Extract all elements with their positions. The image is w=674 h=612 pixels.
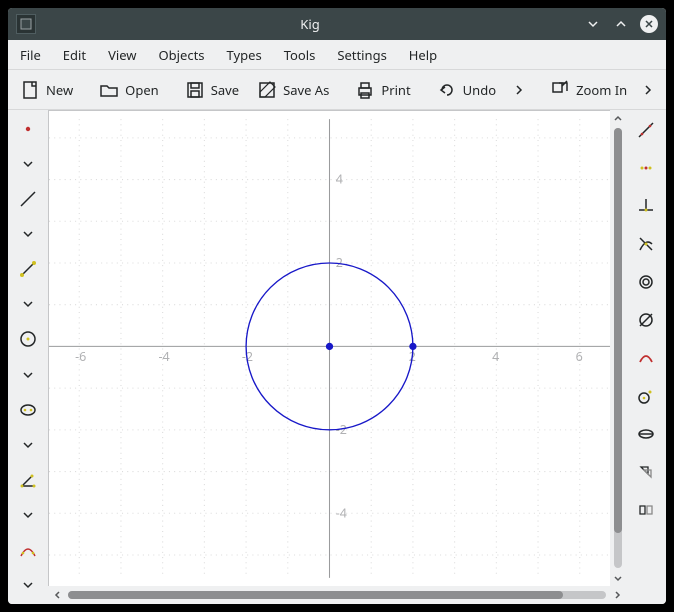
menu-types[interactable]: Types: [227, 46, 262, 64]
segment-tool[interactable]: [16, 259, 40, 280]
chevron-right-icon: [641, 83, 655, 97]
vertical-scrollbar[interactable]: [610, 110, 626, 586]
chevron-down-icon[interactable]: [16, 294, 40, 315]
undo-button[interactable]: Undo: [429, 73, 504, 107]
new-file-icon: [20, 80, 40, 100]
menu-settings[interactable]: Settings: [337, 46, 386, 64]
tangent-tool[interactable]: [634, 384, 658, 408]
ellipse-tool[interactable]: [16, 399, 40, 420]
transform-tool[interactable]: [634, 422, 658, 446]
toolbar-overflow[interactable]: [637, 73, 659, 107]
app-icon: [16, 14, 36, 34]
svg-text:-4: -4: [158, 348, 169, 365]
canvas-wrap: -6-4-224642-2-4: [48, 110, 626, 604]
geometry-plot: -6-4-224642-2-4: [49, 111, 610, 586]
circle-tool[interactable]: [16, 329, 40, 350]
chevron-right-icon[interactable]: [610, 589, 624, 601]
minimize-button[interactable]: [584, 15, 602, 33]
midpoint-tool[interactable]: [634, 156, 658, 180]
save-icon: [185, 80, 205, 100]
svg-text:4: 4: [492, 348, 499, 365]
invert-tool[interactable]: [634, 308, 658, 332]
close-button[interactable]: [640, 15, 658, 33]
zoom-in-icon: [550, 80, 570, 100]
chevron-down-icon[interactable]: [16, 153, 40, 174]
chevron-right-icon: [512, 83, 526, 97]
save-button[interactable]: Save: [177, 73, 247, 107]
menu-view[interactable]: View: [108, 46, 136, 64]
undo-label: Undo: [463, 81, 496, 99]
toolbar: New Open Save Save As Print Undo: [8, 70, 666, 110]
print-icon: [355, 80, 375, 100]
window-title: Kig: [36, 15, 584, 33]
save-as-icon: [257, 80, 277, 100]
perpendicular-tool[interactable]: [634, 194, 658, 218]
reflect-tool[interactable]: [634, 498, 658, 522]
chevron-down-icon[interactable]: [16, 434, 40, 455]
menu-edit[interactable]: Edit: [63, 46, 86, 64]
print-label: Print: [381, 81, 410, 99]
main-area: -6-4-224642-2-4: [8, 110, 666, 604]
chevron-down-icon[interactable]: [16, 575, 40, 596]
save-label: Save: [211, 81, 239, 99]
zoom-in-button[interactable]: Zoom In: [542, 73, 635, 107]
save-as-button[interactable]: Save As: [249, 73, 337, 107]
chevron-left-icon[interactable]: [50, 589, 64, 601]
undo-icon: [437, 80, 457, 100]
menubar: File Edit View Objects Types Tools Setti…: [8, 40, 666, 70]
intersect-tool[interactable]: [634, 232, 658, 256]
maximize-button[interactable]: [612, 15, 630, 33]
titlebar: Kig: [8, 8, 666, 40]
redo-button[interactable]: [506, 73, 532, 107]
new-label: New: [46, 81, 73, 99]
chevron-down-icon[interactable]: [16, 223, 40, 244]
save-as-label: Save As: [283, 81, 329, 99]
arc-tool[interactable]: [634, 346, 658, 370]
chevron-down-icon: [612, 572, 624, 584]
svg-text:-6: -6: [75, 348, 86, 365]
menu-tools[interactable]: Tools: [284, 46, 316, 64]
menu-help[interactable]: Help: [409, 46, 437, 64]
chevron-down-icon[interactable]: [16, 364, 40, 385]
horizontal-scrollbar[interactable]: [48, 586, 626, 604]
chevron-down-icon[interactable]: [16, 505, 40, 526]
right-toolbox: [626, 110, 666, 604]
print-button[interactable]: Print: [347, 73, 418, 107]
svg-text:6: 6: [576, 348, 583, 365]
line-tool[interactable]: [16, 188, 40, 209]
menu-objects[interactable]: Objects: [159, 46, 205, 64]
point-tool[interactable]: [16, 118, 40, 139]
canvas[interactable]: -6-4-224642-2-4: [48, 110, 610, 586]
chevron-up-icon: [612, 112, 624, 124]
svg-text:4: 4: [336, 171, 343, 188]
angle-tool[interactable]: [16, 469, 40, 490]
circle-intersect-tool[interactable]: [634, 270, 658, 294]
folder-open-icon: [99, 80, 119, 100]
curve-tool[interactable]: [16, 540, 40, 561]
open-button[interactable]: Open: [91, 73, 167, 107]
app-window: Kig File Edit View Objects Types Tools S…: [8, 8, 666, 604]
menu-file[interactable]: File: [20, 46, 41, 64]
left-toolbox: [8, 110, 48, 604]
zoom-in-label: Zoom In: [576, 81, 627, 99]
rotate-tool[interactable]: [634, 460, 658, 484]
open-label: Open: [125, 81, 159, 99]
svg-text:-4: -4: [336, 504, 347, 521]
new-button[interactable]: New: [12, 73, 81, 107]
construct-line-tool[interactable]: [634, 118, 658, 142]
